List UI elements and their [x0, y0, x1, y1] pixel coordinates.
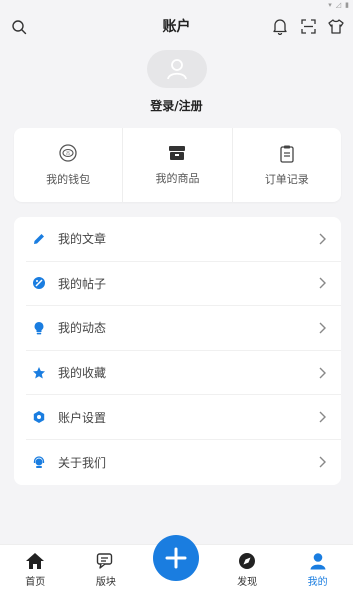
menu-list: 我的文章 我的帖子 我的动态 我的收藏 账户设置 关于我们	[14, 217, 341, 485]
bulb-icon	[32, 320, 52, 336]
menu-label-activity: 我的动态	[58, 321, 107, 336]
chevron-right-icon	[319, 277, 326, 289]
clipboard-icon	[280, 145, 294, 163]
user-icon	[310, 553, 326, 570]
chat-icon	[96, 553, 113, 569]
login-register-link[interactable]: 登录/注册	[150, 97, 202, 114]
my-products-label: 我的商品	[155, 172, 200, 185]
chevron-right-icon	[319, 411, 326, 423]
home-icon	[26, 553, 45, 569]
tab-spacer	[141, 588, 212, 593]
shirt-icon[interactable]	[327, 17, 345, 35]
menu-label-posts: 我的帖子	[58, 276, 107, 291]
menu-item-activity[interactable]: 我的动态	[26, 306, 341, 351]
page-title: 账户	[162, 19, 191, 35]
headset-icon	[32, 454, 52, 470]
compass-icon	[239, 553, 256, 569]
profile-section: 登录/注册	[0, 50, 353, 120]
chevron-right-icon	[319, 367, 326, 379]
gear-icon	[32, 409, 52, 425]
menu-label-about-us: 关于我们	[58, 455, 107, 470]
star-icon	[32, 365, 52, 381]
menu-label-favorites: 我的收藏	[58, 366, 107, 381]
quick-actions-card: 币 我的钱包 我的商品 订单记录	[14, 128, 341, 202]
tab-label-mine: 我的	[307, 577, 328, 588]
create-post-button[interactable]	[153, 535, 199, 581]
tab-label-discover: 发现	[237, 577, 258, 588]
chevron-right-icon	[319, 233, 326, 245]
my-products-button[interactable]: 我的商品	[123, 128, 233, 202]
pencil-icon	[32, 231, 52, 247]
wallet-label: 我的钱包	[46, 173, 91, 186]
wallet-icon: 币	[59, 144, 77, 162]
wallet-button[interactable]: 币 我的钱包	[14, 128, 124, 202]
user-avatar-icon	[166, 59, 187, 80]
menu-label-articles: 我的文章	[58, 232, 107, 247]
menu-item-favorites[interactable]: 我的收藏	[26, 351, 341, 396]
order-history-button[interactable]: 订单记录	[233, 128, 341, 202]
menu-label-account-settings: 账户设置	[58, 410, 107, 425]
avatar[interactable]	[146, 50, 207, 88]
tab-discover[interactable]: 发现	[212, 552, 283, 593]
bell-icon[interactable]	[271, 17, 289, 35]
svg-text:币: 币	[66, 150, 70, 156]
menu-item-about-us[interactable]: 关于我们	[26, 440, 341, 485]
shop-icon	[169, 146, 186, 160]
tab-mine[interactable]: 我的	[282, 552, 353, 593]
menu-item-account-settings[interactable]: 账户设置	[26, 395, 341, 440]
plus-icon	[165, 547, 187, 569]
post-icon	[32, 275, 52, 291]
tab-sections[interactable]: 版块	[71, 552, 142, 593]
tab-home[interactable]: 首页	[0, 552, 71, 593]
tab-label-sections: 版块	[95, 577, 116, 588]
chevron-right-icon	[319, 322, 326, 334]
tab-label-home: 首页	[25, 577, 46, 588]
chevron-right-icon	[319, 456, 326, 468]
search-icon[interactable]	[10, 18, 28, 36]
menu-item-posts[interactable]: 我的帖子	[26, 262, 341, 307]
menu-item-articles[interactable]: 我的文章	[26, 217, 341, 262]
order-history-label: 订单记录	[264, 172, 309, 186]
header: 账户	[0, 8, 353, 44]
scan-icon[interactable]	[299, 17, 317, 35]
